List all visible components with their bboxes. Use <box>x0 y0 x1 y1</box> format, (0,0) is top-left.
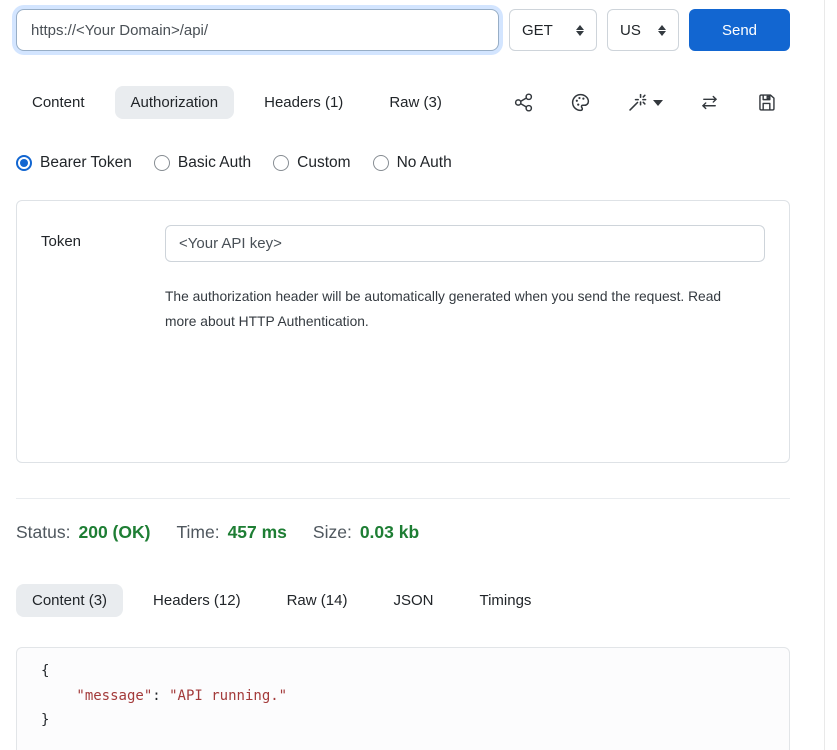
status-label: Status: <box>16 522 70 543</box>
send-button[interactable]: Send <box>689 9 790 51</box>
tab-authorization[interactable]: Authorization <box>115 86 235 119</box>
magic-wand-dropdown-icon[interactable] <box>627 92 663 113</box>
auth-type-options: Bearer Token Basic Auth Custom No Auth <box>16 154 790 172</box>
radio-label: Basic Auth <box>178 154 251 172</box>
token-column: The authorization header will be automat… <box>165 225 765 438</box>
request-tabs-row: Content Authorization Headers (1) Raw (3… <box>16 84 790 121</box>
token-input[interactable] <box>165 225 765 262</box>
code-line: { <box>41 659 765 684</box>
api-client-page: GET US Send Content Authorization Header… <box>0 0 837 750</box>
response-tab-headers[interactable]: Headers (12) <box>137 584 257 617</box>
tab-raw[interactable]: Raw (3) <box>373 86 458 119</box>
radio-label: Custom <box>297 154 350 172</box>
radio-basic-auth[interactable]: Basic Auth <box>154 154 251 172</box>
caret-down-icon <box>653 100 663 106</box>
code-line: "message": "API running." <box>41 684 765 709</box>
status-pair: Status: 200 (OK) <box>16 522 150 543</box>
time-value: 457 ms <box>228 522 287 543</box>
auth-helper-text: The authorization header will be automat… <box>165 284 753 334</box>
radio-label: No Auth <box>397 154 452 172</box>
radio-unchecked-icon <box>373 155 389 171</box>
share-icon[interactable] <box>513 92 534 113</box>
save-icon[interactable] <box>756 92 777 113</box>
auth-panel: Token The authorization header will be a… <box>16 200 790 463</box>
radio-custom[interactable]: Custom <box>273 154 350 172</box>
json-key: "message" <box>76 688 152 704</box>
json-separator: : <box>152 688 169 704</box>
size-label: Size: <box>313 522 352 543</box>
size-pair: Size: 0.03 kb <box>313 522 419 543</box>
response-tab-timings[interactable]: Timings <box>463 584 547 617</box>
size-value: 0.03 kb <box>360 522 419 543</box>
response-tab-json[interactable]: JSON <box>377 584 449 617</box>
method-select[interactable]: GET <box>509 9 597 51</box>
palette-icon[interactable] <box>570 92 591 113</box>
radio-unchecked-icon <box>273 155 289 171</box>
radio-no-auth[interactable]: No Auth <box>373 154 452 172</box>
tab-content[interactable]: Content <box>16 86 101 119</box>
response-tab-raw[interactable]: Raw (14) <box>271 584 364 617</box>
swap-arrows-icon[interactable] <box>699 92 720 113</box>
page-edge-divider <box>824 0 825 750</box>
tab-headers[interactable]: Headers (1) <box>248 86 359 119</box>
response-tab-content[interactable]: Content (3) <box>16 584 123 617</box>
time-pair: Time: 457 ms <box>176 522 286 543</box>
method-select-value: GET <box>522 22 553 39</box>
response-body-code: { "message": "API running." } <box>16 647 790 750</box>
region-select-value: US <box>620 22 641 39</box>
select-updown-icon <box>658 25 666 36</box>
json-value: "API running." <box>169 688 287 704</box>
request-bar: GET US Send <box>16 9 790 51</box>
radio-unchecked-icon <box>154 155 170 171</box>
token-label: Token <box>41 225 165 438</box>
url-input[interactable] <box>16 9 499 51</box>
response-tabs-row: Content (3) Headers (12) Raw (14) JSON T… <box>16 582 790 619</box>
region-select[interactable]: US <box>607 9 679 51</box>
response-summary: Status: 200 (OK) Time: 457 ms Size: 0.03… <box>16 522 790 543</box>
status-value: 200 (OK) <box>78 522 150 543</box>
radio-label: Bearer Token <box>40 154 132 172</box>
select-updown-icon <box>576 25 584 36</box>
toolbar-icons <box>513 92 790 113</box>
time-label: Time: <box>176 522 219 543</box>
radio-bearer-token[interactable]: Bearer Token <box>16 154 132 172</box>
radio-checked-icon <box>16 155 32 171</box>
section-divider <box>16 498 790 499</box>
main-content: GET US Send Content Authorization Header… <box>16 0 790 750</box>
code-line: } <box>41 708 765 733</box>
